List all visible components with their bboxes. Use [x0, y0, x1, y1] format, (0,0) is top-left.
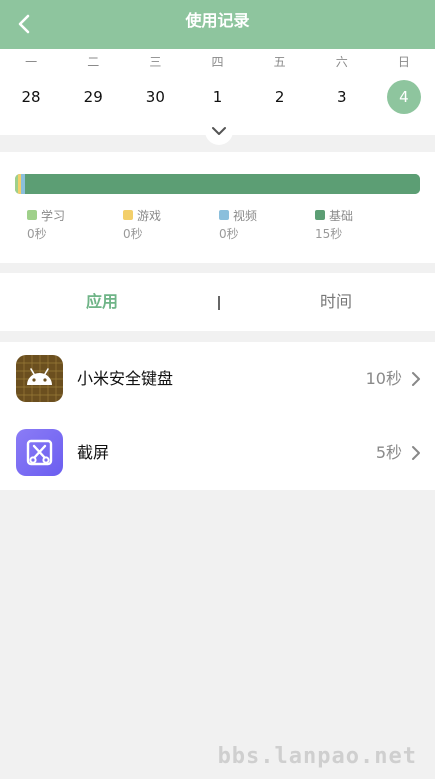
expand-calendar-button[interactable] — [205, 117, 233, 145]
date-cell[interactable]: 29 — [62, 79, 124, 115]
chevron-down-icon — [212, 127, 226, 135]
weekday-label: 四 — [211, 55, 224, 69]
chevron-right-icon — [412, 446, 420, 460]
usage-summary: 学习 0秒 游戏 0秒 视频 0秒 基础 15秒 — [0, 152, 435, 263]
app-row[interactable]: 小米安全键盘 10秒 — [0, 342, 435, 416]
app-usage-time: 5秒 — [375, 443, 402, 462]
date-cell[interactable]: 1 — [186, 79, 248, 115]
usage-bar-segment — [24, 174, 420, 194]
legend-swatch — [315, 210, 325, 220]
date-cell[interactable]: 3 — [311, 79, 373, 115]
page-title: 使用记录 — [185, 11, 250, 30]
weekday-label: 二 — [87, 55, 100, 69]
date-cell[interactable]: 28 — [0, 79, 62, 115]
legend-item-game: 游戏 0秒 — [123, 208, 162, 241]
weekday-label: 日 — [397, 55, 410, 69]
date-row: 28 29 30 1 2 3 4 — [0, 79, 435, 115]
legend-item-basic: 基础 15秒 — [315, 208, 354, 241]
date-cell-selected[interactable]: 4 — [373, 79, 435, 115]
date-cell[interactable]: 30 — [124, 79, 186, 115]
weekday-label: 一 — [25, 55, 38, 69]
weekday-label: 三 — [149, 55, 162, 69]
legend-item-video: 视频 0秒 — [219, 208, 258, 241]
legend-swatch — [123, 210, 133, 220]
view-tabs: 应用 时间 — [0, 273, 435, 331]
usage-stacked-bar — [15, 174, 420, 194]
android-icon — [16, 355, 63, 402]
usage-legend: 学习 0秒 游戏 0秒 视频 0秒 基础 15秒 — [27, 207, 422, 242]
tab-apps[interactable]: 应用 — [42, 273, 162, 331]
app-list: 小米安全键盘 10秒 截屏 5秒 — [0, 342, 435, 490]
legend-item-study: 学习 0秒 — [27, 208, 66, 241]
top-bar: 使用记录 — [0, 0, 435, 49]
app-name: 小米安全键盘 — [77, 369, 174, 388]
app-name: 截屏 — [77, 443, 110, 462]
watermark-text: bbs.lanpao.net — [217, 744, 417, 769]
app-row[interactable]: 截屏 5秒 — [0, 416, 435, 490]
date-cell[interactable]: 2 — [249, 79, 311, 115]
legend-swatch — [219, 210, 229, 220]
chevron-right-icon — [412, 372, 420, 386]
app-usage-time: 10秒 — [365, 369, 402, 388]
tab-time[interactable]: 时间 — [276, 273, 396, 331]
weekday-label: 五 — [273, 55, 286, 69]
weekday-row: 一 二 三 四 五 六 日 — [0, 53, 435, 71]
screenshot-icon — [16, 429, 63, 476]
legend-swatch — [27, 210, 37, 220]
weekday-label: 六 — [335, 55, 348, 69]
tab-divider — [218, 296, 220, 310]
